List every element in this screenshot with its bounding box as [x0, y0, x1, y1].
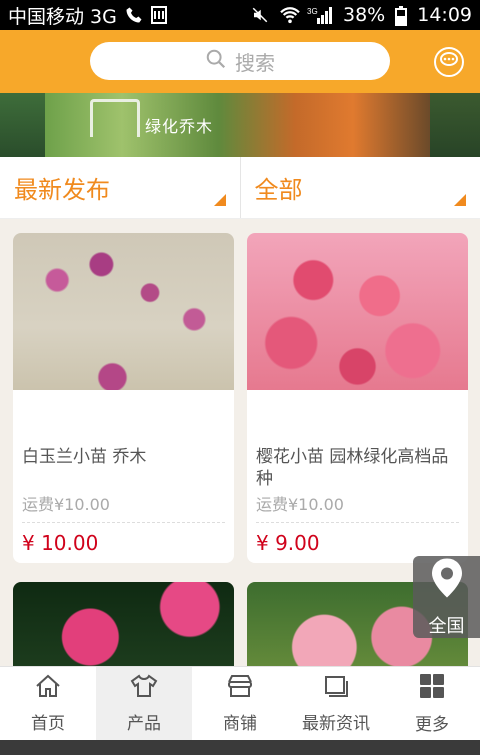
- search-placeholder: 搜索: [235, 50, 275, 75]
- product-name: 樱花小苗 园林绿化高档品种: [256, 447, 449, 489]
- tab-shops[interactable]: 商铺: [192, 667, 288, 740]
- tab-news[interactable]: 最新资讯: [288, 667, 384, 740]
- tab-more[interactable]: 更多: [384, 667, 480, 740]
- signal-icon: 3G: [307, 6, 333, 24]
- tab-products[interactable]: 产品: [96, 667, 192, 740]
- tab-news-label: 最新资讯: [302, 713, 370, 734]
- sort-filter[interactable]: 最新发布: [0, 157, 240, 218]
- product-name: 白玉兰小苗 乔木: [22, 447, 147, 467]
- tab-more-label: 更多: [415, 714, 449, 735]
- phone-call-icon: [125, 6, 143, 24]
- map-pin-icon: [429, 557, 465, 604]
- location-label: 全国: [428, 615, 465, 637]
- tab-shops-label: 商铺: [223, 713, 257, 734]
- message-button[interactable]: [434, 47, 464, 77]
- region-filter-label: 全部: [254, 176, 303, 204]
- dropdown-triangle-icon: [213, 194, 226, 206]
- filter-bar: 最新发布 全部: [0, 157, 480, 219]
- carrier-label: 中国移动 3G: [8, 5, 117, 28]
- location-button[interactable]: 全国: [413, 556, 480, 638]
- product-shipping: 运费¥10.00: [22, 495, 110, 514]
- product-shipping: 运费¥10.00: [256, 495, 344, 514]
- chat-bubble-icon: [440, 52, 458, 72]
- product-card[interactable]: 樱花小苗 园林绿化高档品种 运费¥10.00 ¥ 9.00: [247, 233, 468, 563]
- clock: 14:09: [417, 4, 472, 26]
- shirt-icon: [130, 674, 158, 703]
- product-image: [247, 233, 468, 390]
- battery-percent: 38%: [343, 4, 386, 26]
- banner-title: 绿化乔木: [145, 117, 214, 136]
- shop-icon: [226, 674, 254, 703]
- pavilion-graphic: [90, 99, 140, 137]
- product-price: ¥ 10.00: [22, 531, 99, 555]
- app-header: 搜索: [0, 30, 480, 93]
- tab-home-label: 首页: [31, 713, 65, 734]
- status-bar: 中国移动 3G 3G 38% 14:09: [0, 0, 480, 30]
- tab-home[interactable]: 首页: [0, 667, 96, 740]
- product-card[interactable]: 白玉兰小苗 乔木 运费¥10.00 ¥ 10.00: [13, 233, 234, 563]
- mute-icon: [251, 6, 269, 24]
- bottom-tab-bar: 首页 产品 商铺 最新资讯 更多: [0, 666, 480, 740]
- svg-text:3G: 3G: [307, 7, 318, 16]
- wifi-icon: [279, 6, 300, 24]
- grid-icon: [419, 673, 445, 704]
- search-input[interactable]: 搜索: [90, 42, 390, 80]
- news-icon: [322, 674, 350, 703]
- product-image: [13, 233, 234, 390]
- system-nav-bar: [0, 740, 480, 755]
- battery-icon: [395, 6, 408, 26]
- product-price: ¥ 9.00: [256, 531, 320, 555]
- dropdown-triangle-icon: [454, 194, 466, 206]
- region-filter[interactable]: 全部: [239, 157, 480, 218]
- tab-products-label: 产品: [127, 713, 161, 734]
- search-icon: [205, 48, 227, 75]
- sort-filter-label: 最新发布: [14, 176, 110, 204]
- home-icon: [35, 674, 61, 703]
- category-banner[interactable]: 绿化乔木: [0, 93, 480, 157]
- sim-icon: [150, 6, 169, 24]
